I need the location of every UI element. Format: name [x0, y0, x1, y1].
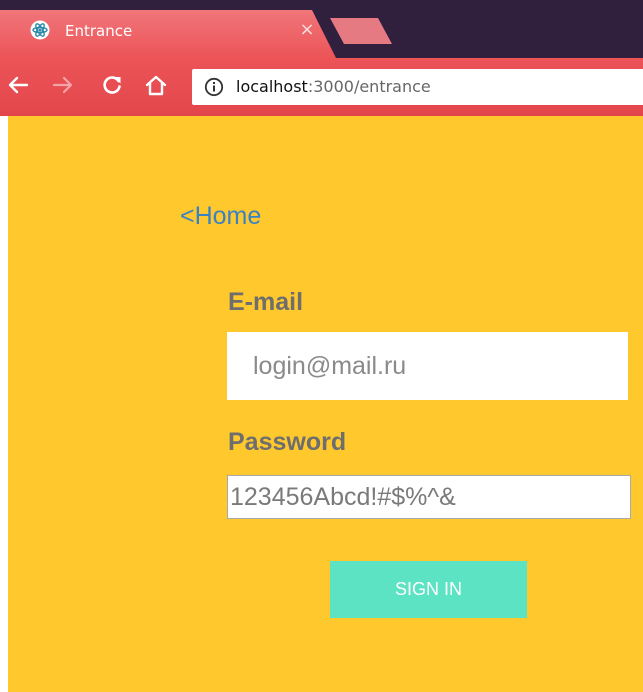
home-button[interactable] — [141, 72, 171, 102]
sign-in-button[interactable]: SIGN IN — [330, 561, 527, 618]
reload-icon — [101, 74, 123, 101]
address-bar[interactable]: localhost:3000/entrance — [192, 69, 643, 105]
info-icon[interactable] — [204, 77, 224, 97]
back-arrow-icon — [7, 74, 29, 101]
url-host: localhost — [236, 77, 308, 96]
url-text: localhost:3000/entrance — [236, 76, 431, 98]
home-link[interactable]: <Home — [180, 202, 261, 231]
electron-icon — [30, 20, 50, 40]
password-field[interactable] — [227, 475, 631, 519]
browser-tabstrip: Entrance × — [0, 0, 643, 58]
tab-title: Entrance — [65, 22, 133, 40]
back-button[interactable] — [3, 72, 33, 102]
tab-close-icon[interactable]: × — [296, 18, 318, 42]
browser-tab-active[interactable]: Entrance × — [0, 10, 336, 58]
password-label: Password — [228, 428, 347, 456]
page-content: <Home E-mail Password SIGN IN — [8, 116, 643, 692]
url-path: :3000/entrance — [307, 77, 431, 96]
browser-toolbar: localhost:3000/entrance — [0, 58, 643, 116]
home-icon — [144, 74, 168, 101]
forward-button[interactable] — [48, 72, 78, 102]
new-tab-button[interactable] — [330, 18, 392, 44]
email-field[interactable] — [227, 332, 628, 400]
reload-button[interactable] — [97, 72, 127, 102]
forward-arrow-icon — [52, 74, 74, 101]
email-label: E-mail — [228, 288, 304, 316]
